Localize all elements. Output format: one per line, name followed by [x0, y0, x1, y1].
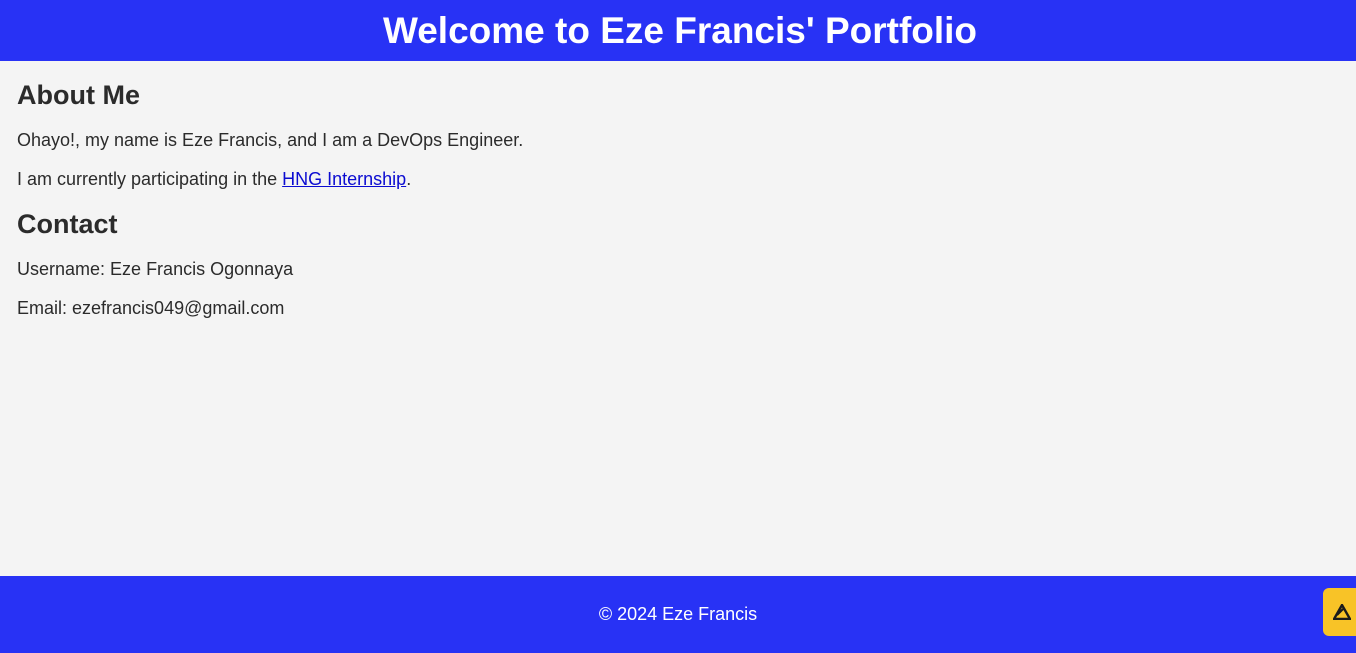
footer-copyright: © 2024 Eze Francis	[598, 604, 758, 624]
about-participation-text: I am currently participating in the HNG …	[17, 170, 411, 188]
hng-internship-link[interactable]: HNG Internship	[282, 169, 406, 189]
site-footer: © 2024 Eze Francis	[0, 576, 1356, 653]
page-title: Welcome to Eze Francis' Portfolio	[382, 10, 978, 51]
email-value: ezefrancis049@gmail.com	[72, 298, 285, 318]
triangle-logo-icon	[1333, 604, 1351, 620]
contact-username: Username: Eze Francis Ogonnaya	[17, 260, 293, 278]
site-header: Welcome to Eze Francis' Portfolio	[0, 0, 1356, 61]
participation-suffix: .	[406, 169, 412, 189]
portfolio-page: Welcome to Eze Francis' Portfolio About …	[0, 0, 1356, 653]
contact-email: Email: ezefrancis049@gmail.com	[17, 299, 284, 317]
username-value: Eze Francis Ogonnaya	[110, 259, 294, 279]
email-label: Email:	[17, 298, 73, 318]
about-intro-text: Ohayo!, my name is Eze Francis, and I am…	[17, 130, 524, 150]
floating-widget-button[interactable]	[1323, 588, 1356, 636]
about-heading: About Me	[17, 80, 140, 110]
contact-heading: Contact	[17, 209, 118, 239]
participation-prefix: I am currently participating in the	[17, 169, 283, 189]
username-label: Username:	[17, 259, 111, 279]
